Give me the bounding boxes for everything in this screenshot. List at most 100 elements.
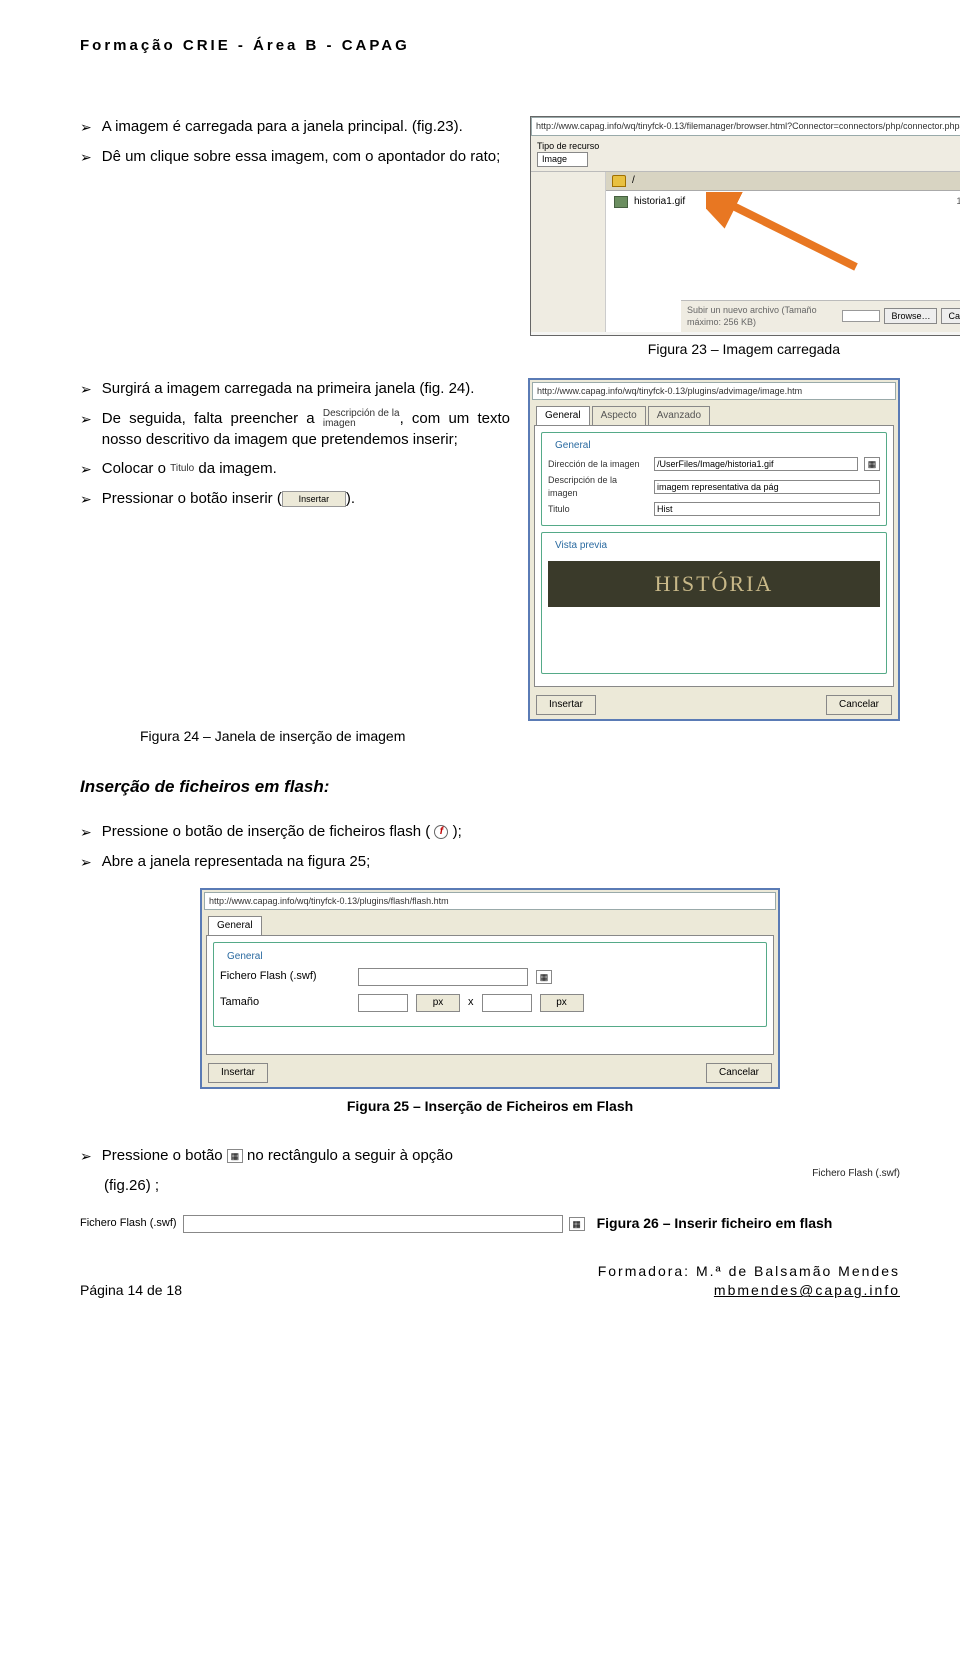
field-label: Tamaño xyxy=(220,995,350,1010)
browse-button[interactable]: Browse… xyxy=(884,308,937,325)
bullet-item: ➢ De seguida, falta preencher a Descripc… xyxy=(80,408,510,450)
image-url-input[interactable] xyxy=(654,457,858,471)
section-title-flash: Inserção de ficheiros em flash: xyxy=(80,775,900,799)
file-browser-sidebar xyxy=(531,172,606,332)
row-image-dialog: ➢ Surgirá a imagem carregada na primeira… xyxy=(80,378,900,722)
descripcion-snippet: Descripción de la imagen xyxy=(323,409,400,429)
text-frag: ); xyxy=(453,823,462,840)
bullet-arrow-icon: ➢ xyxy=(80,146,92,168)
insertar-button-snippet: Insertar xyxy=(282,491,346,507)
file-name: historia1.gif xyxy=(634,195,685,209)
insertar-button[interactable]: Insertar xyxy=(208,1063,268,1083)
image-desc-input[interactable] xyxy=(654,480,880,494)
file-browser-screenshot: http://www.capag.info/wq/tinyfck-0.13/fi… xyxy=(530,116,960,336)
bullet-item: ➢ Pressionar o botão inserir (Insertar). xyxy=(80,488,510,510)
file-thumb-icon xyxy=(614,196,628,208)
bullet-text: Dê um clique sobre essa imagem, com o ap… xyxy=(102,146,520,167)
preview-banner: HISTÓRIA xyxy=(548,561,880,607)
bullet-arrow-icon: ➢ xyxy=(80,1145,92,1167)
bullet-arrow-icon: ➢ xyxy=(80,821,92,843)
bullet-item: ➢ A imagem é carregada para a janela pri… xyxy=(80,116,520,138)
page-header: Formação CRIE - Área B - CAPAG xyxy=(80,35,900,56)
resource-type-label: Tipo de recurso xyxy=(537,141,599,151)
upload-path-input[interactable] xyxy=(842,310,880,322)
bullet-item: ➢ Surgirá a imagem carregada na primeira… xyxy=(80,378,510,400)
browse-icon[interactable]: ▦ xyxy=(536,970,552,984)
fichero-label: Fichero Flash (.swf) xyxy=(80,1216,177,1231)
text-frag: De seguida, falta preencher a xyxy=(102,410,315,427)
fichero-input-bar: Fichero Flash (.swf) ▦ Figura 26 – Inser… xyxy=(80,1214,900,1234)
bullet-text: Pressione o botão de inserção de ficheir… xyxy=(102,821,900,842)
bullet-text: Pressionar o botão inserir (Insertar). xyxy=(102,488,510,509)
unit-select[interactable]: px xyxy=(416,994,460,1012)
browse-icon[interactable]: ▦ xyxy=(864,457,880,471)
cancelar-button[interactable]: Cancelar xyxy=(706,1063,772,1083)
height-input[interactable] xyxy=(482,994,532,1012)
text-frag: Colocar o xyxy=(102,460,166,477)
unit-select[interactable]: px xyxy=(540,994,584,1012)
dialog-url: http://www.capag.info/wq/tinyfck-0.13/pl… xyxy=(532,382,896,401)
bullet-arrow-icon: ➢ xyxy=(80,408,92,430)
tab-aspecto[interactable]: Aspecto xyxy=(592,406,646,425)
path-text: / xyxy=(632,174,635,188)
bullet-item: ➢ Abre a janela representada na figura 2… xyxy=(80,851,900,873)
tab-avanzado[interactable]: Avanzado xyxy=(648,406,710,425)
field-label: Fichero Flash (.swf) xyxy=(220,969,350,984)
resource-type-value[interactable]: Image xyxy=(537,152,588,167)
fieldset-legend: General xyxy=(224,950,266,964)
image-title-input[interactable] xyxy=(654,502,880,516)
bullet-arrow-icon: ➢ xyxy=(80,378,92,400)
figure-26-caption: Figura 26 – Inserir ficheiro em flash xyxy=(597,1214,833,1234)
bullet-arrow-icon: ➢ xyxy=(80,458,92,480)
trainer-name: Formadora: M.ª de Balsamão Mendes xyxy=(598,1262,900,1282)
trainer-email[interactable]: mbmendes@capag.info xyxy=(714,1282,900,1298)
tab-general[interactable]: General xyxy=(536,406,590,425)
cancelar-button[interactable]: Cancelar xyxy=(826,695,892,715)
file-size: 19 KB xyxy=(956,195,960,208)
text-frag: ). xyxy=(346,490,355,507)
image-dialog-screenshot: http://www.capag.info/wq/tinyfck-0.13/pl… xyxy=(528,378,900,722)
bullet-arrow-icon: ➢ xyxy=(80,488,92,510)
browse-icon: ▦ xyxy=(227,1149,243,1163)
flash-dialog-screenshot: http://www.capag.info/wq/tinyfck-0.13/pl… xyxy=(200,888,780,1090)
text-frag: Pressione o botão xyxy=(102,1147,223,1164)
bullet-text: Abre a janela representada na figura 25; xyxy=(102,851,900,872)
field-label: Titulo xyxy=(548,503,648,516)
row-intro: ➢ A imagem é carregada para a janela pri… xyxy=(80,116,900,336)
fieldset-legend: General xyxy=(552,439,594,453)
bullet-text: Surgirá a imagem carregada na primeira j… xyxy=(102,378,510,399)
browser-url: http://www.capag.info/wq/tinyfck-0.13/fi… xyxy=(531,117,960,136)
bullet-item: ➢ Pressione o botão de inserção de fiche… xyxy=(80,821,900,843)
bullet-text: A imagem é carregada para a janela princ… xyxy=(102,116,520,137)
bullet-item: ➢ Dê um clique sobre essa imagem, com o … xyxy=(80,146,520,168)
folder-icon xyxy=(612,175,626,187)
bullet-arrow-icon: ➢ xyxy=(80,851,92,873)
x-label: x xyxy=(468,995,474,1010)
tab-general[interactable]: General xyxy=(208,916,262,935)
flash-file-input[interactable] xyxy=(358,968,528,986)
bullet-text: De seguida, falta preencher a Descripció… xyxy=(102,408,510,450)
field-label: Dirección de la imagen xyxy=(548,458,648,471)
figure-25-caption: Figura 25 – Inserção de Ficheiros em Fla… xyxy=(80,1097,900,1117)
annotation-arrow xyxy=(706,192,866,272)
text-frag: Pressione o botão de inserção de ficheir… xyxy=(102,823,431,840)
upload-hint: Subir un nuevo archivo (Tamaño máximo: 2… xyxy=(687,304,838,329)
text-frag: no rectângulo a seguir à opção xyxy=(247,1147,453,1164)
browse-icon[interactable]: ▦ xyxy=(569,1217,585,1231)
field-label: Descripción de la imagen xyxy=(548,474,648,499)
bullet-item: ➢ Pressione o botão ▦ no rectângulo a se… xyxy=(80,1145,800,1167)
fichero-input[interactable] xyxy=(183,1215,563,1233)
bullet-text: Pressione o botão ▦ no rectângulo a segu… xyxy=(102,1145,800,1166)
upload-button[interactable]: Cargar xyxy=(941,308,960,325)
bullet-text: (fig.26) ; xyxy=(104,1175,800,1196)
flash-icon: f xyxy=(434,825,448,839)
insertar-button[interactable]: Insertar xyxy=(536,695,596,715)
figure-23-caption: Figura 23 – Imagem carregada xyxy=(80,340,900,360)
bullet-item: ➢ Colocar o Titulo da imagem. xyxy=(80,458,510,480)
row-bottom: ➢ Pressione o botão ▦ no rectângulo a se… xyxy=(80,1145,900,1204)
width-input[interactable] xyxy=(358,994,408,1012)
bullet-text: Colocar o Titulo da imagem. xyxy=(102,458,510,479)
figure-24-caption: Figura 24 – Janela de inserção de imagem xyxy=(80,727,900,747)
bullet-arrow-icon: ➢ xyxy=(80,116,92,138)
dialog-url: http://www.capag.info/wq/tinyfck-0.13/pl… xyxy=(204,892,776,911)
